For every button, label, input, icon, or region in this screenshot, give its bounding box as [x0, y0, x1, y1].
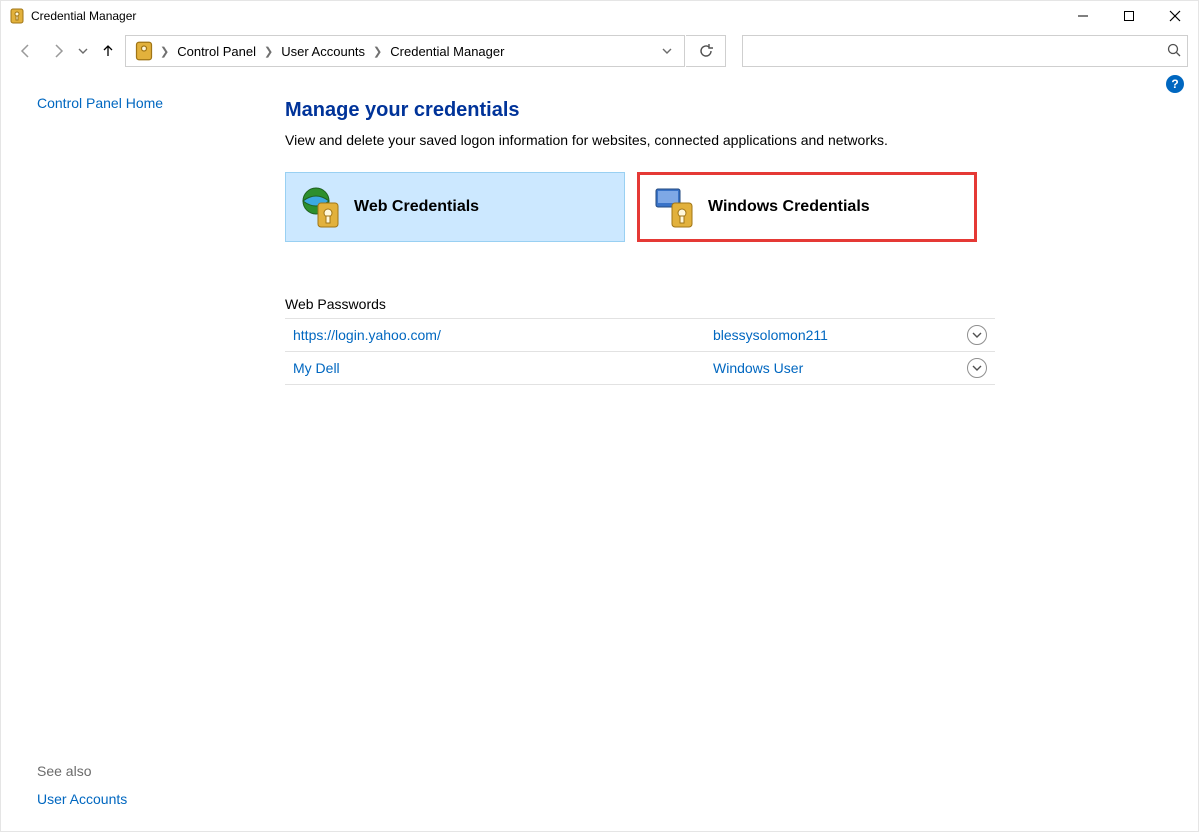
close-button[interactable]: [1152, 1, 1198, 31]
credential-user: Windows User: [713, 360, 967, 376]
web-credentials-label: Web Credentials: [354, 198, 479, 216]
search-box[interactable]: [742, 35, 1188, 67]
windows-credentials-label: Windows Credentials: [708, 198, 870, 216]
breadcrumb-separator: ❯: [262, 45, 275, 58]
credential-user: blessysolomon211: [713, 327, 967, 343]
address-bar[interactable]: ❯ Control Panel ❯ User Accounts ❯ Creden…: [125, 35, 685, 67]
windows-credentials-tile[interactable]: Windows Credentials: [637, 172, 977, 242]
see-also-label: See also: [37, 763, 261, 779]
credential-row[interactable]: https://login.yahoo.com/ blessysolomon21…: [285, 318, 995, 351]
control-panel-home-link[interactable]: Control Panel Home: [37, 95, 261, 111]
credential-category-tiles: Web Credentials Windows Credentials: [285, 172, 1174, 242]
titlebar: Credential Manager: [1, 1, 1198, 31]
page-subtext: View and delete your saved logon informa…: [285, 132, 1174, 148]
up-button[interactable]: [93, 36, 123, 66]
expand-button[interactable]: [967, 358, 987, 378]
page-heading: Manage your credentials: [285, 99, 1174, 122]
main-content: Manage your credentials View and delete …: [261, 71, 1198, 831]
window-controls: [1060, 1, 1198, 31]
web-credentials-tile[interactable]: Web Credentials: [285, 172, 625, 242]
window-title: Credential Manager: [31, 9, 136, 23]
address-bar-dropdown[interactable]: [654, 43, 680, 59]
breadcrumb-root[interactable]: Control Panel: [171, 44, 262, 59]
refresh-button[interactable]: [686, 35, 726, 67]
credential-row[interactable]: My Dell Windows User: [285, 351, 995, 385]
windows-credentials-icon: [652, 183, 700, 231]
minimize-button[interactable]: [1060, 1, 1106, 31]
web-passwords-header: Web Passwords: [285, 290, 995, 318]
maximize-button[interactable]: [1106, 1, 1152, 31]
forward-button[interactable]: [43, 36, 73, 66]
credentials-list: Web Passwords https://login.yahoo.com/ b…: [285, 290, 995, 385]
nav-row: ❯ Control Panel ❯ User Accounts ❯ Creden…: [1, 31, 1198, 71]
search-icon: [1167, 43, 1181, 60]
breadcrumb-credential-manager[interactable]: Credential Manager: [384, 44, 510, 59]
breadcrumb-separator: ❯: [158, 45, 171, 58]
body: ? Control Panel Home See also User Accou…: [1, 71, 1198, 831]
breadcrumb-user-accounts[interactable]: User Accounts: [275, 44, 371, 59]
help-button[interactable]: ?: [1166, 75, 1184, 93]
recent-locations-button[interactable]: [75, 46, 91, 56]
credential-site: https://login.yahoo.com/: [293, 327, 713, 343]
breadcrumb-separator: ❯: [371, 45, 384, 58]
sidebar: Control Panel Home See also User Account…: [1, 71, 261, 831]
credential-site: My Dell: [293, 360, 713, 376]
credential-manager-icon: [134, 41, 154, 61]
expand-button[interactable]: [967, 325, 987, 345]
user-accounts-link[interactable]: User Accounts: [37, 791, 261, 807]
credential-manager-icon: [9, 8, 25, 24]
web-credentials-icon: [298, 183, 346, 231]
back-button[interactable]: [11, 36, 41, 66]
